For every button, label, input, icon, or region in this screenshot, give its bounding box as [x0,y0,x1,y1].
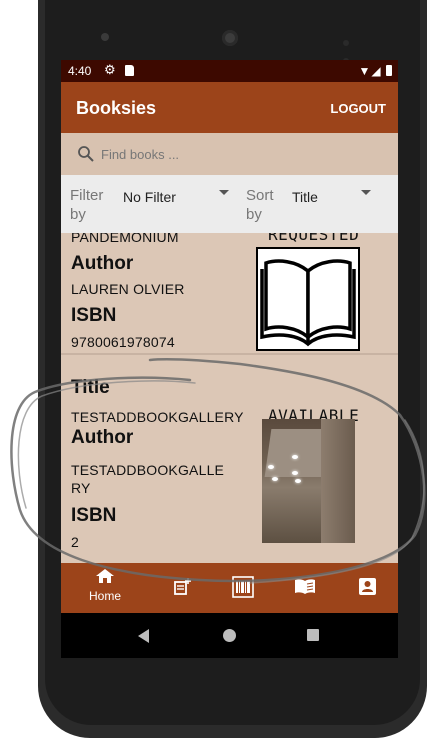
book-isbn: 9780061978074 [71,334,175,350]
signal-icon: ◢ [371,64,382,78]
battery-icon [386,65,392,76]
card-divider [61,353,398,355]
book-author: TESTADDBOOKGALLE [71,462,225,478]
home-icon [96,569,114,583]
book-card[interactable]: PANDEMONIUM REQUESTED Author LAUREN OLVI… [61,233,398,359]
search-input[interactable] [99,143,383,165]
home-circle-icon[interactable] [223,629,236,642]
room-ceiling-photo [262,419,355,543]
recent-apps-icon[interactable] [307,629,319,641]
search-bar [61,133,398,175]
book-list[interactable]: PANDEMONIUM REQUESTED Author LAUREN OLVI… [61,233,398,563]
barcode-scan-icon [232,576,254,598]
nav-profile[interactable] [347,578,387,600]
nav-home-label: Home [88,589,121,603]
book-card[interactable]: Title TESTADDBOOKGALLERY AVAILABLE Autho… [61,374,398,563]
wifi-icon: ▼ [358,64,372,78]
book-status: REQUESTED [268,233,360,244]
book-title: PANDEMONIUM [71,233,179,245]
book-placeholder-icon [260,259,356,347]
app-title: Booksies [76,98,157,118]
open-book-icon [295,579,315,594]
sd-card-icon [125,65,134,76]
nav-add-book[interactable] [162,578,202,601]
sort-label: Sort by [246,187,274,223]
search-icon [78,146,94,162]
status-time: 4:40 [68,64,92,78]
book-author-continued: RY [71,480,91,496]
book-author: LAUREN OLVIER [71,281,185,297]
app-bar: Booksies LOGOUT [61,82,398,133]
author-heading: Author [71,427,134,448]
logout-button[interactable]: LOGOUT [330,101,386,116]
front-camera [101,33,109,41]
status-icons: ▼◢ [359,64,392,78]
add-book-icon [174,578,191,595]
settings-notification-icon: ⚙ [104,62,116,77]
status-bar: 4:40 ⚙ ▼◢ [61,60,398,82]
author-heading: Author [71,253,134,274]
nav-home[interactable]: Home [85,569,125,603]
book-title: TESTADDBOOKGALLERY [71,409,244,425]
book-isbn: 2 [71,534,79,550]
device-screen: 4:40 ⚙ ▼◢ Booksies LOGOUT Filter by No F… [61,60,398,658]
back-icon[interactable] [138,629,149,643]
system-navigation-bar [61,613,398,658]
book-cover [256,247,360,351]
bottom-navigation: Home [61,563,398,613]
filter-label: Filter by [70,187,104,223]
proximity-sensor [343,33,363,64]
filter-dropdown-arrow-icon[interactable] [219,190,229,195]
sort-dropdown-arrow-icon[interactable] [361,190,371,195]
sort-dropdown[interactable]: Title [292,189,318,205]
profile-icon [358,578,376,595]
isbn-heading: ISBN [71,305,117,326]
isbn-heading: ISBN [71,505,117,526]
filter-sort-bar: Filter by No Filter Sort by Title [61,175,398,233]
title-heading: Title [71,377,110,398]
earpiece-speaker [222,30,238,46]
nav-borrowed[interactable] [285,578,325,599]
filter-dropdown[interactable]: No Filter [123,189,176,205]
nav-scan[interactable] [223,576,263,603]
